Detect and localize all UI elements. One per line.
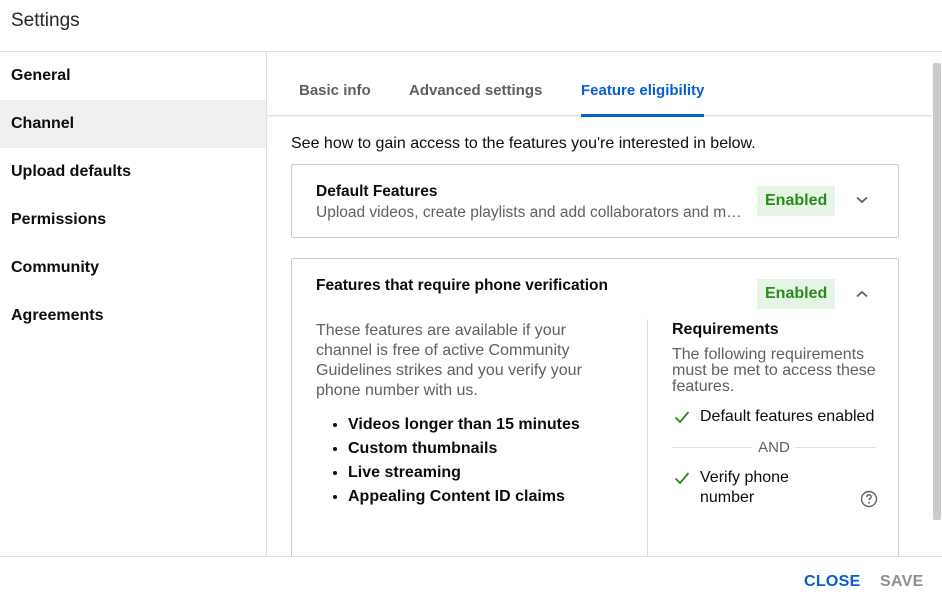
- main-content: Basic info Advanced settings Feature eli…: [267, 52, 942, 556]
- intro-text: See how to gain access to the features y…: [291, 135, 756, 152]
- save-button[interactable]: SAVE: [880, 573, 924, 591]
- chevron-up-icon[interactable]: [852, 284, 872, 304]
- requirements-title: Requirements: [672, 321, 779, 338]
- and-label: AND: [758, 439, 790, 456]
- sidebar-item-channel[interactable]: Channel: [0, 100, 266, 148]
- requirements-column: Requirements The following requirements …: [672, 321, 878, 508]
- tab-feature-eligibility[interactable]: Feature eligibility: [581, 82, 705, 117]
- list-item: Custom thumbnails: [348, 437, 626, 461]
- tab-bar: Basic info Advanced settings Feature eli…: [267, 52, 932, 117]
- dialog-header: Settings: [0, 0, 942, 52]
- chevron-down-icon[interactable]: [852, 190, 872, 210]
- status-badge: Enabled: [757, 186, 836, 216]
- list-item: Videos longer than 15 minutes: [348, 413, 626, 437]
- card-title: Default Features: [316, 183, 438, 200]
- requirements-description: The following requirements must be met t…: [672, 346, 876, 395]
- default-features-card[interactable]: Default Features Upload videos, create p…: [291, 164, 899, 238]
- column-divider: [647, 319, 648, 556]
- sidebar-item-general[interactable]: General: [0, 52, 266, 100]
- sidebar: General Channel Upload defaults Permissi…: [0, 52, 267, 556]
- dialog-footer: CLOSE SAVE: [0, 556, 942, 607]
- card-title: Features that require phone verification: [316, 277, 608, 294]
- scrollbar[interactable]: [933, 63, 941, 520]
- requirement-item: Verify phone number: [672, 468, 878, 508]
- status-badge: Enabled: [757, 279, 836, 309]
- phone-verification-card: Features that require phone verification…: [291, 258, 899, 556]
- help-circle-icon[interactable]: [860, 490, 878, 508]
- close-button[interactable]: CLOSE: [804, 573, 861, 591]
- sidebar-item-community[interactable]: Community: [0, 244, 266, 292]
- feature-list: Videos longer than 15 minutes Custom thu…: [316, 413, 626, 509]
- check-icon: [674, 472, 690, 485]
- tab-basic-info[interactable]: Basic info: [299, 82, 371, 116]
- card-subtitle: Upload videos, create playlists and add …: [316, 204, 746, 221]
- requirement-item: Default features enabled: [672, 407, 876, 427]
- and-separator: AND: [672, 439, 877, 456]
- list-item: Appealing Content ID claims: [348, 485, 626, 509]
- requirement-label: Verify phone number: [700, 469, 789, 506]
- features-column: These features are available if your cha…: [316, 321, 626, 509]
- list-item: Live streaming: [348, 461, 626, 485]
- requirement-label: Default features enabled: [700, 408, 875, 425]
- sidebar-item-upload-defaults[interactable]: Upload defaults: [0, 148, 266, 196]
- features-description: These features are available if your cha…: [316, 322, 582, 399]
- sidebar-item-permissions[interactable]: Permissions: [0, 196, 266, 244]
- dialog-title: Settings: [11, 10, 80, 31]
- sidebar-item-agreements[interactable]: Agreements: [0, 292, 266, 340]
- check-icon: [674, 411, 690, 424]
- tab-advanced-settings[interactable]: Advanced settings: [409, 82, 542, 116]
